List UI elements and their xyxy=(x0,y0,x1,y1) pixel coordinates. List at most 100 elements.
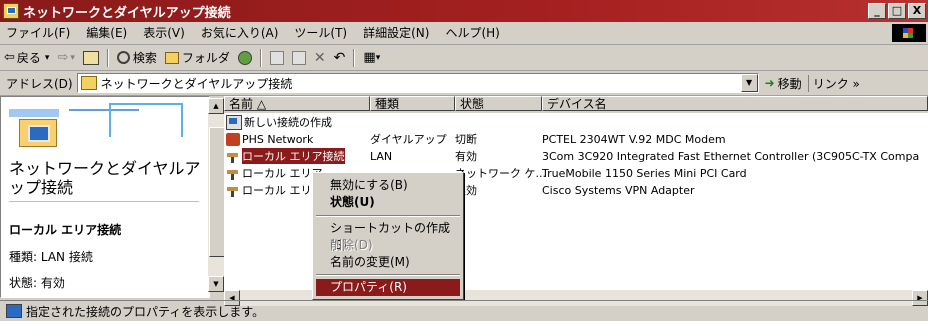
list-item-device: TrueMobile 1150 Series Mini PCI Card xyxy=(542,166,747,180)
address-value: ネットワークとダイヤルアップ接続 xyxy=(100,76,293,91)
list-item-state: 無効 xyxy=(455,184,477,197)
search-icon xyxy=(116,51,130,64)
copy-to-button[interactable] xyxy=(288,47,310,68)
list-item-state: 有効 xyxy=(455,150,477,163)
move-to-icon xyxy=(269,50,284,65)
new-connection-icon xyxy=(226,114,242,130)
list-item-device: PCTEL 2304WT V.92 MDC Modem xyxy=(542,132,726,146)
status-bar: 指定された接続のプロパティを表示します。 xyxy=(0,300,928,321)
history-button[interactable] xyxy=(234,47,256,68)
move-to-button[interactable] xyxy=(266,47,288,68)
selected-connection-state: 状態: 有効 xyxy=(9,276,65,290)
delete-button[interactable]: ✕ xyxy=(310,47,330,68)
folders-label: フォルダ xyxy=(181,51,230,65)
delete-icon: ✕ xyxy=(313,49,326,66)
selected-connection-name: ローカル エリア接続 xyxy=(9,223,122,237)
scroll-down-button[interactable]: ▼ xyxy=(208,276,224,292)
list-item-name: 新しい接続の作成 xyxy=(244,116,332,129)
copy-to-icon xyxy=(291,50,306,65)
search-label: 検索 xyxy=(132,51,157,65)
list-item[interactable]: PHS Network ダイヤルアップ 切断 PCTEL 2304WT V.92… xyxy=(224,131,928,147)
context-properties[interactable]: プロパティ(R) xyxy=(316,279,460,296)
undo-button[interactable]: ↶ xyxy=(330,47,350,68)
up-folder-button[interactable] xyxy=(79,47,103,68)
context-delete: 削除(D) xyxy=(330,238,373,252)
column-header-device[interactable]: デバイス名 xyxy=(542,96,928,111)
history-icon xyxy=(237,50,252,65)
list-item-selected[interactable]: ローカル エリア接続 LAN 有効 3Com 3C920 Integrated … xyxy=(224,148,928,164)
panel-divider xyxy=(9,201,199,202)
folders-button[interactable]: フォルダ xyxy=(161,47,234,68)
list-item[interactable]: 新しい接続の作成 xyxy=(224,114,370,130)
back-dropdown-icon[interactable]: ▾ xyxy=(45,53,50,63)
lan-icon xyxy=(226,150,240,163)
forward-button[interactable]: ⇨ ▾ xyxy=(53,47,78,68)
views-dropdown-icon[interactable]: ▾ xyxy=(376,53,381,63)
menu-favorites[interactable]: お気に入り(A) xyxy=(193,24,287,42)
address-input[interactable]: ネットワークとダイヤルアップ接続 ▼ xyxy=(76,73,759,93)
go-arrow-icon: ➜ xyxy=(764,76,775,90)
menu-bar: ファイル(F) 編集(E) 表示(V) お気に入り(A) ツール(T) 詳細設定… xyxy=(0,22,928,45)
toolbar-separator xyxy=(259,48,262,67)
list-item-name: PHS Network xyxy=(242,132,314,146)
go-label: 移動 xyxy=(777,76,802,91)
network-folder-icon xyxy=(3,3,19,19)
address-dropdown-button[interactable]: ▼ xyxy=(740,74,758,92)
toolbar-separator xyxy=(106,48,109,67)
folders-icon xyxy=(164,51,179,64)
close-button[interactable]: X xyxy=(908,3,926,19)
minimize-button[interactable]: _ xyxy=(868,3,886,19)
forward-arrow-icon: ⇨ xyxy=(57,50,69,65)
list-header: 名前 △ 種類 状態 デバイス名 xyxy=(224,96,928,113)
network-folder-icon xyxy=(80,76,97,90)
list-item-device: Cisco Systems VPN Adapter xyxy=(542,183,695,197)
context-status[interactable]: 状態(U) xyxy=(316,194,460,211)
scroll-thumb[interactable] xyxy=(209,127,225,257)
context-create-shortcut[interactable]: ショートカットの作成(S) xyxy=(316,220,460,252)
list-item-type: ダイヤルアップ xyxy=(370,133,447,146)
network-connections-icon xyxy=(19,119,57,147)
lan-icon xyxy=(226,184,240,197)
toolbar-separator xyxy=(353,48,356,67)
undo-icon: ↶ xyxy=(333,49,346,66)
address-bar: アドレス(D) ネットワークとダイヤルアップ接続 ▼ ➜ 移動 リンク » xyxy=(0,71,928,96)
list-item-name: ローカル エリア xyxy=(242,167,323,180)
network-banner-graphic xyxy=(9,103,199,147)
back-label: 戻る xyxy=(16,51,41,65)
context-disable[interactable]: 無効にする(B) xyxy=(316,177,460,194)
menu-view[interactable]: 表示(V) xyxy=(135,24,193,42)
links-button[interactable]: リンク » xyxy=(807,74,864,92)
column-header-name[interactable]: 名前 △ xyxy=(224,96,370,111)
search-button[interactable]: 検索 xyxy=(113,47,161,68)
go-button[interactable]: ➜ 移動 xyxy=(759,75,808,92)
list-item-type: LAN xyxy=(370,149,393,163)
forward-dropdown-icon[interactable]: ▾ xyxy=(70,53,75,63)
toolbar: ⇦ 戻る ▾ ⇨ ▾ 検索 フォルダ ✕ ↶ ▦ ▾ xyxy=(0,45,928,71)
list-item-state: 切断 xyxy=(455,133,477,146)
menu-edit[interactable]: 編集(E) xyxy=(78,24,135,42)
menu-tools[interactable]: ツール(T) xyxy=(286,24,355,42)
back-arrow-icon: ⇦ xyxy=(4,50,15,65)
list-item-device: 3Com 3C920 Integrated Fast Ethernet Cont… xyxy=(542,149,920,163)
column-header-state[interactable]: 状態 xyxy=(455,96,542,111)
context-rename[interactable]: 名前の変更(M) xyxy=(316,254,460,271)
back-button[interactable]: ⇦ 戻る ▾ xyxy=(0,47,53,68)
menu-file[interactable]: ファイル(F) xyxy=(0,24,78,42)
context-separator xyxy=(316,215,460,217)
phone-icon xyxy=(226,132,240,146)
window-title: ネットワークとダイヤルアップ接続 xyxy=(23,5,231,21)
scroll-up-button[interactable]: ▲ xyxy=(208,98,224,114)
address-label: アドレス(D) xyxy=(6,76,73,91)
column-header-type[interactable]: 種類 xyxy=(370,96,455,111)
maximize-button[interactable]: □ xyxy=(888,3,906,19)
views-button[interactable]: ▦ ▾ xyxy=(359,47,384,68)
selected-connection-type: 種類: LAN 接続 xyxy=(9,250,93,264)
context-menu: 無効にする(B) 状態(U) ショートカットの作成(S) 削除(D) 名前の変更… xyxy=(312,172,464,300)
menu-advanced[interactable]: 詳細設定(N) xyxy=(355,24,437,42)
title-bar[interactable]: ネットワークとダイヤルアップ接続 _ □ X xyxy=(0,0,928,22)
left-info-panel: ネットワークとダイヤルアップ接続 ローカル エリア接続 種類: LAN 接続 状… xyxy=(0,96,210,298)
windows-logo-icon xyxy=(892,24,926,42)
menu-help[interactable]: ヘルプ(H) xyxy=(437,24,507,42)
list-item-name: ローカル エリア xyxy=(242,184,323,197)
list-item-name: ローカル エリア接続 xyxy=(242,148,345,164)
